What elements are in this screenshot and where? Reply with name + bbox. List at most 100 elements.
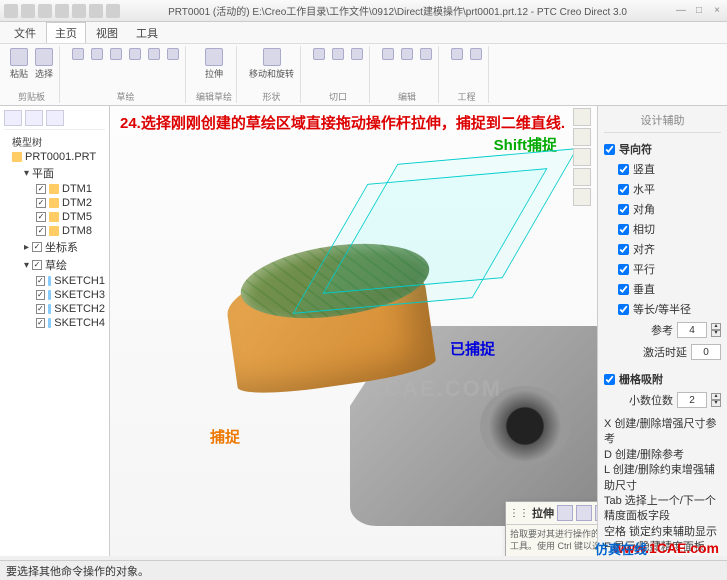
tree-dtm2[interactable]: ✓DTM2 bbox=[4, 196, 105, 210]
decimal-input[interactable] bbox=[677, 392, 707, 408]
chk-align[interactable] bbox=[618, 244, 629, 255]
status-bar: 要选择其他命令操作的对象。 bbox=[0, 560, 727, 580]
chk-equal[interactable] bbox=[618, 304, 629, 315]
vis-check[interactable]: ✓ bbox=[36, 304, 45, 314]
tree-dtm8[interactable]: ✓DTM8 bbox=[4, 224, 105, 238]
move-button[interactable]: 移动和旋转 bbox=[247, 46, 296, 82]
round-button[interactable] bbox=[449, 46, 465, 62]
tree-tab-detail[interactable] bbox=[46, 110, 64, 126]
menu-home[interactable]: 主页 bbox=[46, 22, 86, 43]
tree-planes[interactable]: ▾ 平面 bbox=[4, 164, 105, 182]
menu-tools[interactable]: 工具 bbox=[128, 23, 166, 43]
circle-button[interactable] bbox=[127, 46, 143, 62]
qat-open-icon[interactable] bbox=[21, 4, 35, 18]
qat-new-icon[interactable] bbox=[4, 4, 18, 18]
mirror-button[interactable] bbox=[399, 46, 415, 62]
sketch-icon bbox=[48, 290, 52, 300]
tree-dtm1[interactable]: ✓DTM1 bbox=[4, 182, 105, 196]
paste-button[interactable]: 粘贴 bbox=[8, 46, 30, 82]
pattern-icon bbox=[382, 48, 394, 60]
vis-check[interactable]: ✓ bbox=[32, 260, 42, 270]
vis-check[interactable]: ✓ bbox=[36, 290, 45, 300]
tree-tab-model[interactable] bbox=[4, 110, 22, 126]
popup-tool-2[interactable] bbox=[576, 505, 592, 521]
chk-tangent[interactable] bbox=[618, 224, 629, 235]
tree-sketch1[interactable]: ✓SKETCH1 bbox=[4, 274, 105, 288]
qat-save-icon[interactable] bbox=[38, 4, 52, 18]
maximize-button[interactable]: □ bbox=[693, 5, 705, 17]
tree-tabs bbox=[4, 110, 105, 130]
vis-check[interactable]: ✓ bbox=[36, 276, 45, 286]
tree-csys[interactable]: ▸ ✓坐标系 bbox=[4, 238, 105, 256]
popup-tool-1[interactable] bbox=[557, 505, 573, 521]
copy-icon bbox=[420, 48, 432, 60]
view-zoom-icon[interactable] bbox=[573, 128, 591, 146]
tree-sketch3[interactable]: ✓SKETCH3 bbox=[4, 288, 105, 302]
qat-undo-icon[interactable] bbox=[55, 4, 69, 18]
minimize-button[interactable]: — bbox=[675, 5, 687, 17]
copy-button[interactable] bbox=[418, 46, 434, 62]
view-rotate-icon[interactable] bbox=[573, 168, 591, 186]
panel-title: 设计辅助 bbox=[604, 112, 721, 133]
popup-grip[interactable]: ⋮⋮ bbox=[509, 508, 529, 519]
model-hole bbox=[480, 386, 570, 466]
ribbon-group-clipboard: 粘贴 选择 剪贴板 bbox=[4, 46, 60, 103]
select-button[interactable]: 选择 bbox=[33, 46, 55, 82]
offset-button[interactable] bbox=[330, 46, 346, 62]
chk-horizontal[interactable] bbox=[618, 184, 629, 195]
pull-button[interactable] bbox=[311, 46, 327, 62]
popup-title: 拉伸 bbox=[532, 505, 554, 521]
circle-icon bbox=[129, 48, 141, 60]
grid-check[interactable] bbox=[604, 374, 615, 385]
brand-badge: 仿真在线 bbox=[595, 539, 647, 558]
rect-button[interactable] bbox=[108, 46, 124, 62]
view-saved-icon[interactable] bbox=[573, 188, 591, 206]
guide-check[interactable] bbox=[604, 144, 615, 155]
tree-tab-layer[interactable] bbox=[25, 110, 43, 126]
rect-icon bbox=[110, 48, 122, 60]
tree-root[interactable]: PRT0001.PRT bbox=[4, 150, 105, 164]
chk-diagonal[interactable] bbox=[618, 204, 629, 215]
qat-close-icon[interactable] bbox=[106, 4, 120, 18]
arc-icon bbox=[91, 48, 103, 60]
menu-view[interactable]: 视图 bbox=[88, 23, 126, 43]
viewport[interactable]: 24.选择刚刚创建的草绘区域直接拖动操作杆拉伸，捕捉到二维直线. Shift捕捉… bbox=[110, 106, 597, 556]
tree-sketches[interactable]: ▾ ✓草绘 bbox=[4, 256, 105, 274]
spline-button[interactable] bbox=[165, 46, 181, 62]
vis-check[interactable]: ✓ bbox=[32, 242, 42, 252]
vis-check[interactable]: ✓ bbox=[36, 226, 46, 236]
chk-vertical[interactable] bbox=[618, 164, 629, 175]
vis-check[interactable]: ✓ bbox=[36, 184, 46, 194]
dec-spinner[interactable]: ▴▾ bbox=[711, 393, 721, 407]
delay-input[interactable] bbox=[691, 344, 721, 360]
tree-sketch2[interactable]: ✓SKETCH2 bbox=[4, 302, 105, 316]
view-pan-icon[interactable] bbox=[573, 148, 591, 166]
window-controls: — □ × bbox=[675, 5, 723, 17]
menu-file[interactable]: 文件 bbox=[6, 23, 44, 43]
qat-regen-icon[interactable] bbox=[89, 4, 103, 18]
chk-parallel[interactable] bbox=[618, 264, 629, 275]
extrude-button[interactable]: 拉伸 bbox=[203, 46, 225, 82]
edit-button[interactable] bbox=[349, 46, 365, 62]
close-button[interactable]: × bbox=[711, 5, 723, 17]
arc-button[interactable] bbox=[89, 46, 105, 62]
line-button[interactable] bbox=[70, 46, 86, 62]
tree-dtm5[interactable]: ✓DTM5 bbox=[4, 210, 105, 224]
ellipse-button[interactable] bbox=[146, 46, 162, 62]
pull-icon bbox=[313, 48, 325, 60]
vis-check[interactable]: ✓ bbox=[36, 212, 46, 222]
pattern-button[interactable] bbox=[380, 46, 396, 62]
chamfer-button[interactable] bbox=[468, 46, 484, 62]
status-text: 要选择其他命令操作的对象。 bbox=[6, 563, 149, 579]
vis-check[interactable]: ✓ bbox=[36, 318, 45, 328]
ref-input[interactable] bbox=[677, 322, 707, 338]
popup-tool-3[interactable] bbox=[595, 505, 597, 521]
model-3d[interactable] bbox=[190, 226, 570, 506]
qat-redo-icon[interactable] bbox=[72, 4, 86, 18]
chk-perpendicular[interactable] bbox=[618, 284, 629, 295]
ref-spinner[interactable]: ▴▾ bbox=[711, 323, 721, 337]
view-refit-icon[interactable] bbox=[573, 108, 591, 126]
vis-check[interactable]: ✓ bbox=[36, 198, 46, 208]
tree-sketch4[interactable]: ✓SKETCH4 bbox=[4, 316, 105, 330]
extrude-icon bbox=[205, 48, 223, 66]
